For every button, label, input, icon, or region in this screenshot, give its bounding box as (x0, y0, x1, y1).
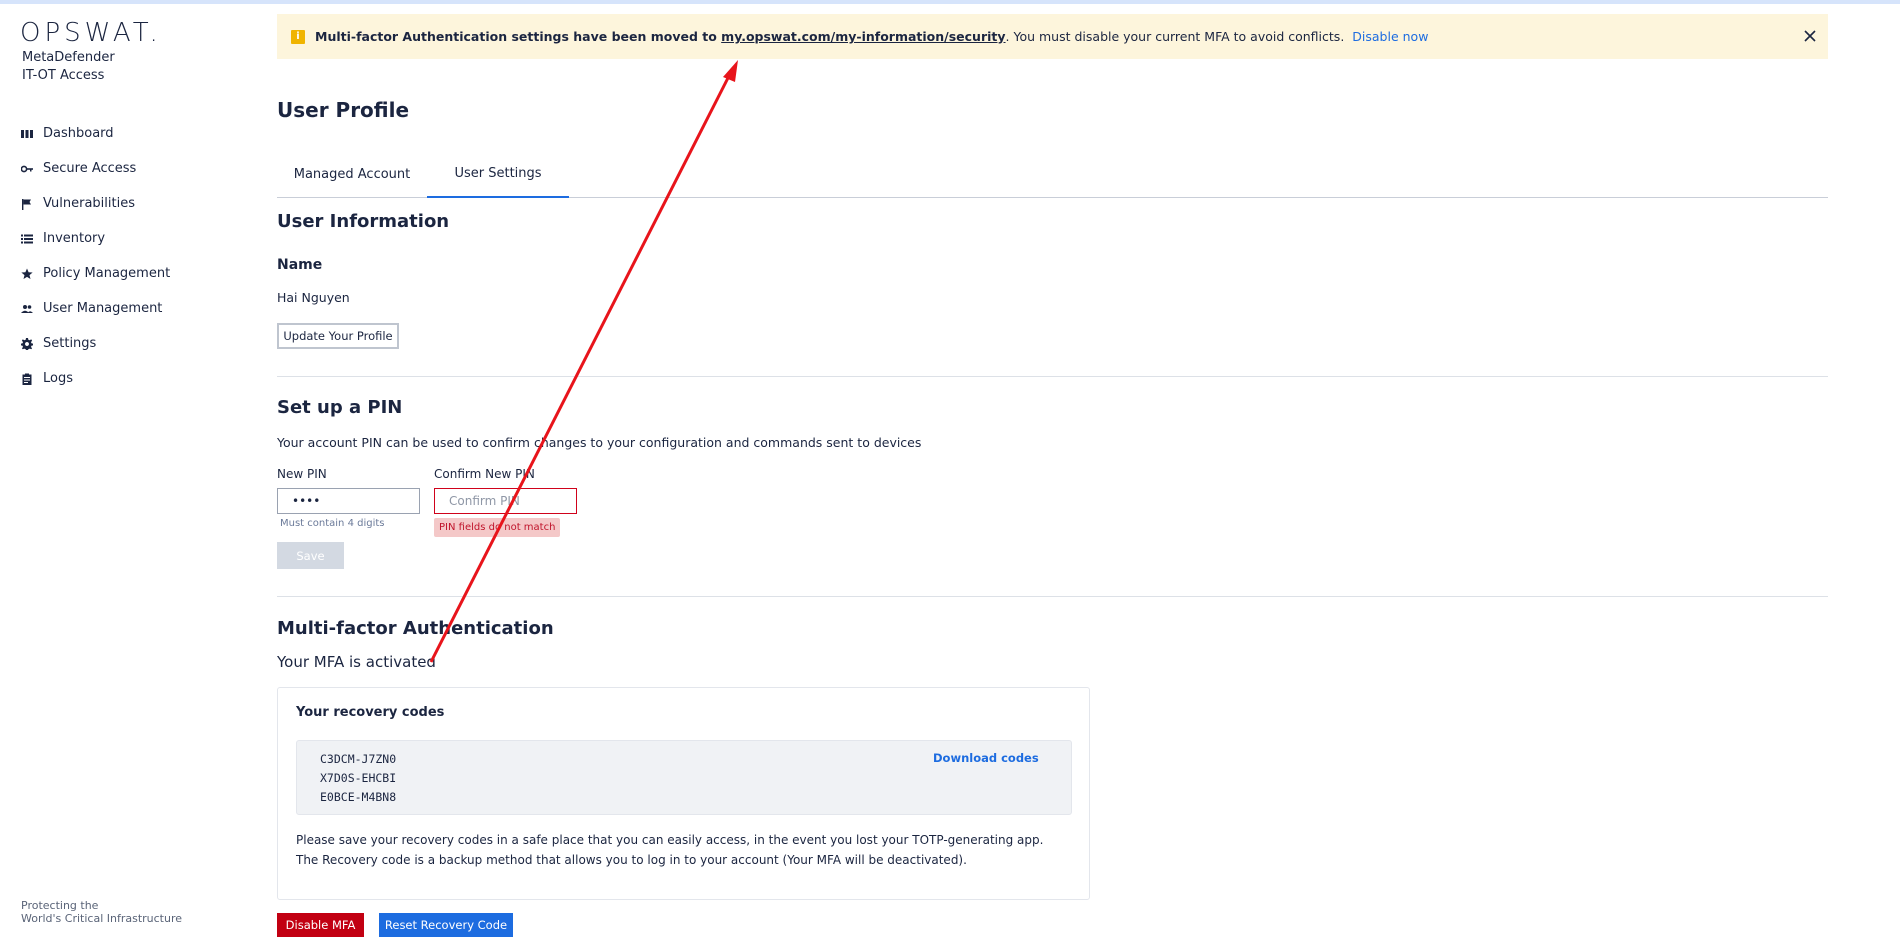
tab-user-settings[interactable]: User Settings (427, 151, 569, 198)
disable-mfa-button[interactable]: Disable MFA (277, 913, 364, 937)
pin-description: Your account PIN can be used to confirm … (277, 435, 922, 450)
reset-recovery-code-button[interactable]: Reset Recovery Code (379, 913, 513, 937)
recovery-codes-title: Your recovery codes (296, 705, 445, 720)
sidebar-item-label: Settings (43, 336, 97, 351)
product-line-1: MetaDefender (22, 50, 115, 65)
sidebar-item-vulnerabilities[interactable]: Vulnerabilities (0, 186, 258, 221)
sidebar-item-label: Policy Management (43, 266, 171, 281)
disable-now-link[interactable]: Disable now (1352, 29, 1428, 44)
star-icon (21, 268, 43, 280)
annotation-arrow-head (723, 60, 738, 82)
product-name: MetaDefender IT-OT Access (22, 49, 115, 85)
flag-icon (21, 198, 43, 210)
key-icon (21, 163, 43, 175)
tagline-line-1: Protecting the (21, 899, 99, 912)
list-icon (21, 233, 43, 245)
banner-message: Multi-factor Authentication settings hav… (315, 29, 1428, 44)
product-line-2: IT-OT Access (22, 68, 105, 83)
sidebar-item-label: User Management (43, 301, 163, 316)
recovery-code: C3DCM-J7ZN0 (320, 752, 397, 766)
new-pin-input[interactable]: •••• (277, 488, 420, 514)
save-pin-button[interactable]: Save (277, 542, 344, 569)
sidebar-nav: Dashboard Secure Access Vulnerabilities … (0, 116, 258, 396)
update-profile-button[interactable]: Update Your Profile (277, 323, 399, 349)
confirm-pin-label: Confirm New PIN (434, 467, 535, 481)
close-icon[interactable] (1802, 28, 1818, 44)
users-icon (21, 303, 43, 315)
sidebar: OPSWAT. MetaDefender IT-OT Access Dashbo… (0, 4, 258, 937)
opswat-logo: OPSWAT. (20, 18, 162, 48)
recovery-codes-card: Your recovery codes C3DCM-J7ZN0 X7D0S-EH… (277, 687, 1090, 900)
gear-icon (21, 337, 43, 350)
pin-mismatch-error: PIN fields do not match (434, 518, 561, 537)
banner-text-start: Multi-factor Authentication settings hav… (315, 29, 722, 44)
recovery-codes-box: C3DCM-J7ZN0 X7D0S-EHCBI E0BCE-M4BN8 Down… (296, 740, 1072, 815)
sidebar-item-logs[interactable]: Logs (0, 361, 258, 396)
new-pin-label: New PIN (277, 467, 327, 481)
banner-link[interactable]: my.opswat.com/my-information/security (721, 29, 1005, 44)
top-strip (0, 0, 1900, 4)
recovery-code: X7D0S-EHCBI (320, 771, 397, 785)
sidebar-item-settings[interactable]: Settings (0, 326, 258, 361)
sidebar-item-label: Inventory (43, 231, 106, 246)
mfa-status: Your MFA is activated (277, 653, 436, 671)
download-codes-link[interactable]: Download codes (933, 751, 1039, 765)
pin-heading: Set up a PIN (277, 397, 403, 418)
sidebar-item-policy-management[interactable]: Policy Management (0, 256, 258, 291)
sidebar-item-label: Vulnerabilities (43, 196, 135, 211)
recovery-codes-note: Please save your recovery codes in a saf… (296, 833, 1044, 867)
sidebar-item-dashboard[interactable]: Dashboard (0, 116, 258, 151)
mfa-moved-banner: i Multi-factor Authentication settings h… (277, 14, 1828, 59)
sidebar-item-secure-access[interactable]: Secure Access (0, 151, 258, 186)
clipboard-icon (21, 373, 43, 385)
tagline-line-2: World's Critical Infrastructure (21, 912, 183, 925)
divider (277, 376, 1828, 377)
confirm-pin-input[interactable]: Confirm PIN (434, 488, 577, 514)
dashboard-icon (21, 128, 43, 140)
sidebar-item-label: Secure Access (43, 161, 137, 176)
sidebar-item-user-management[interactable]: User Management (0, 291, 258, 326)
new-pin-hint: Must contain 4 digits (280, 518, 385, 529)
info-icon: i (291, 29, 305, 44)
tab-managed-account[interactable]: Managed Account (277, 151, 427, 198)
sidebar-item-label: Logs (43, 371, 73, 386)
page-title: User Profile (277, 98, 410, 122)
profile-tabs: Managed Account User Settings (277, 151, 1828, 198)
mfa-heading: Multi-factor Authentication (277, 618, 554, 639)
sidebar-item-inventory[interactable]: Inventory (0, 221, 258, 256)
name-label: Name (277, 257, 323, 273)
banner-text-end: . You must disable your current MFA to a… (1005, 29, 1345, 44)
divider (277, 596, 1828, 597)
user-information-heading: User Information (277, 211, 450, 232)
tagline: Protecting the World's Critical Infrastr… (21, 899, 182, 925)
sidebar-item-label: Dashboard (43, 126, 114, 141)
recovery-code: E0BCE-M4BN8 (320, 790, 397, 804)
name-value: Hai Nguyen (277, 290, 350, 305)
